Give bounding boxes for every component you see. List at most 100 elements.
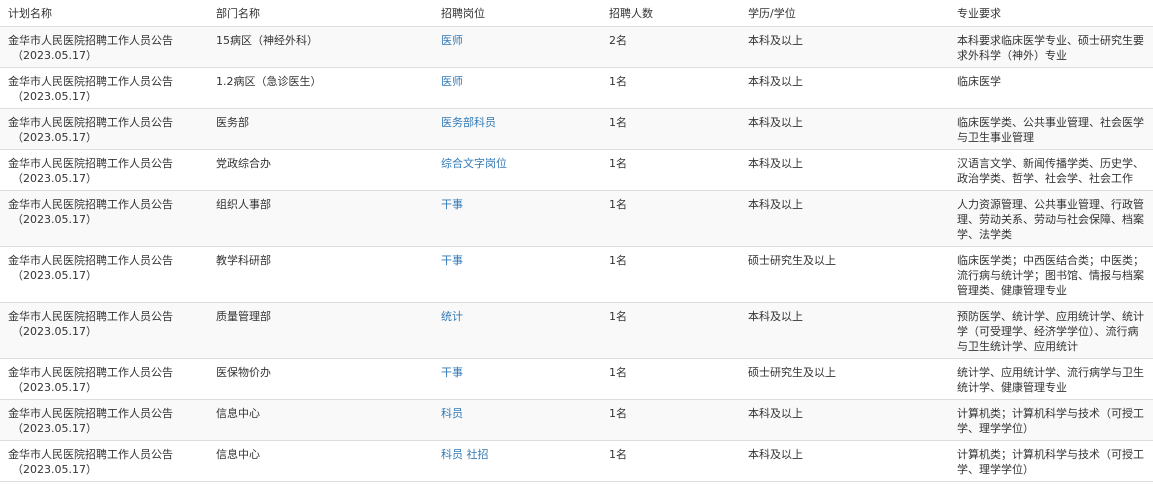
requirements-text: 人力资源管理、公共事业管理、行政管理、劳动关系、劳动与社会保障、档案学、法学类 xyxy=(957,198,1144,241)
table-row: 金华市人民医院招聘工作人员公告 （2023.05.17） 党政综合办 综合文字岗位… xyxy=(0,149,1153,191)
cell-department: 党政综合办 xyxy=(208,149,433,191)
cell-department: 质量管理部 xyxy=(208,302,433,359)
header-count: 招聘人数 xyxy=(601,0,740,27)
cell-plan: 金华市人民医院招聘工作人员公告 （2023.05.17） xyxy=(0,26,208,68)
plan-name: 金华市人民医院招聘工作人员公告 xyxy=(8,34,173,47)
cell-department: 组织人事部 xyxy=(208,190,433,247)
plan-date: （2023.05.17） xyxy=(12,131,97,144)
plan-name: 金华市人民医院招聘工作人员公告 xyxy=(8,310,173,323)
requirements-text: 计算机类；计算机科学与技术（可授工学、理学学位） xyxy=(957,448,1144,476)
header-plan-name: 计划名称 xyxy=(0,0,208,27)
cell-plan: 金华市人民医院招聘工作人员公告 （2023.05.17） xyxy=(0,67,208,109)
plan-name: 金华市人民医院招聘工作人员公告 xyxy=(8,366,173,379)
cell-requirements: 计算机类；计算机科学与技术（可授工学、理学学位） xyxy=(949,440,1153,482)
cell-requirements: 临床医学 xyxy=(949,67,1153,109)
cell-count: 1名 xyxy=(601,399,740,441)
cell-requirements: 人力资源管理、公共事业管理、行政管理、劳动关系、劳动与社会保障、档案学、法学类 xyxy=(949,190,1153,247)
requirements-text: 汉语言文学、新闻传播学类、历史学、政治学类、哲学、社会学、社会工作 xyxy=(957,157,1144,185)
plan-date: （2023.05.17） xyxy=(12,422,97,435)
post-link[interactable]: 统计 xyxy=(441,310,463,323)
requirements-text: 临床医学类；中西医结合类；中医类；流行病与统计学；图书馆、情报与档案管理类、健康… xyxy=(957,254,1144,297)
cell-count: 2名 xyxy=(601,26,740,68)
post-link[interactable]: 医师 xyxy=(441,75,463,88)
plan-name: 金华市人民医院招聘工作人员公告 xyxy=(8,448,173,461)
post-link[interactable]: 医务部科员 xyxy=(441,116,496,129)
recruitment-table: 计划名称 部门名称 招聘岗位 招聘人数 学历/学位 专业要求 金华市人民医院招聘… xyxy=(0,0,1153,482)
table-row: 金华市人民医院招聘工作人员公告 （2023.05.17） 医保物价办 干事 1名 … xyxy=(0,358,1153,400)
post-link[interactable]: 干事 xyxy=(441,254,463,267)
cell-education: 本科及以上 xyxy=(740,440,949,482)
cell-post: 科员 xyxy=(433,399,601,441)
plan-name: 金华市人民医院招聘工作人员公告 xyxy=(8,407,173,420)
cell-count: 1名 xyxy=(601,358,740,400)
cell-plan: 金华市人民医院招聘工作人员公告 （2023.05.17） xyxy=(0,190,208,247)
cell-requirements: 预防医学、统计学、应用统计学、统计学（可受理学、经济学学位）、流行病与卫生统计学… xyxy=(949,302,1153,359)
table-row: 金华市人民医院招聘工作人员公告 （2023.05.17） 15病区（神经外科） 医… xyxy=(0,26,1153,68)
cell-plan: 金华市人民医院招聘工作人员公告 （2023.05.17） xyxy=(0,149,208,191)
cell-requirements: 汉语言文学、新闻传播学类、历史学、政治学类、哲学、社会学、社会工作 xyxy=(949,149,1153,191)
cell-post: 医师 xyxy=(433,26,601,68)
cell-post: 干事 xyxy=(433,190,601,247)
plan-date: （2023.05.17） xyxy=(12,172,97,185)
plan-name: 金华市人民医院招聘工作人员公告 xyxy=(8,116,173,129)
cell-count: 1名 xyxy=(601,108,740,150)
cell-count: 1名 xyxy=(601,149,740,191)
cell-count: 1名 xyxy=(601,67,740,109)
cell-department: 医保物价办 xyxy=(208,358,433,400)
plan-date: （2023.05.17） xyxy=(12,49,97,62)
cell-count: 1名 xyxy=(601,190,740,247)
post-link[interactable]: 综合文字岗位 xyxy=(441,157,507,170)
table-row: 金华市人民医院招聘工作人员公告 （2023.05.17） 教学科研部 干事 1名 … xyxy=(0,246,1153,303)
cell-count: 1名 xyxy=(601,302,740,359)
post-link[interactable]: 干事 xyxy=(441,366,463,379)
cell-department: 1.2病区（急诊医生） xyxy=(208,67,433,109)
cell-education: 本科及以上 xyxy=(740,302,949,359)
cell-post: 医务部科员 xyxy=(433,108,601,150)
plan-name: 金华市人民医院招聘工作人员公告 xyxy=(8,254,173,267)
post-link[interactable]: 干事 xyxy=(441,198,463,211)
requirements-text: 统计学、应用统计学、流行病学与卫生统计学、健康管理专业 xyxy=(957,366,1144,394)
plan-date: （2023.05.17） xyxy=(12,269,97,282)
plan-date: （2023.05.17） xyxy=(12,381,97,394)
cell-post: 干事 xyxy=(433,246,601,303)
header-education: 学历/学位 xyxy=(740,0,949,27)
requirements-text: 本科要求临床医学专业、硕士研究生要求外科学（神外）专业 xyxy=(957,34,1144,62)
cell-requirements: 临床医学类；中西医结合类；中医类；流行病与统计学；图书馆、情报与档案管理类、健康… xyxy=(949,246,1153,303)
cell-plan: 金华市人民医院招聘工作人员公告 （2023.05.17） xyxy=(0,440,208,482)
plan-date: （2023.05.17） xyxy=(12,463,97,476)
requirements-text: 临床医学类、公共事业管理、社会医学与卫生事业管理 xyxy=(957,116,1144,144)
cell-education: 本科及以上 xyxy=(740,67,949,109)
cell-plan: 金华市人民医院招聘工作人员公告 （2023.05.17） xyxy=(0,302,208,359)
cell-post: 统计 xyxy=(433,302,601,359)
table-header: 计划名称 部门名称 招聘岗位 招聘人数 学历/学位 专业要求 xyxy=(0,0,1153,27)
post-link[interactable]: 医师 xyxy=(441,34,463,47)
cell-count: 1名 xyxy=(601,440,740,482)
cell-education: 硕士研究生及以上 xyxy=(740,358,949,400)
cell-education: 本科及以上 xyxy=(740,26,949,68)
plan-name: 金华市人民医院招聘工作人员公告 xyxy=(8,75,173,88)
table-row: 金华市人民医院招聘工作人员公告 （2023.05.17） 1.2病区（急诊医生） … xyxy=(0,67,1153,109)
post-link[interactable]: 科员 社招 xyxy=(441,448,489,461)
cell-department: 医务部 xyxy=(208,108,433,150)
cell-education: 本科及以上 xyxy=(740,190,949,247)
requirements-text: 预防医学、统计学、应用统计学、统计学（可受理学、经济学学位）、流行病与卫生统计学… xyxy=(957,310,1144,353)
header-department: 部门名称 xyxy=(208,0,433,27)
cell-post: 科员 社招 xyxy=(433,440,601,482)
plan-name: 金华市人民医院招聘工作人员公告 xyxy=(8,157,173,170)
cell-count: 1名 xyxy=(601,246,740,303)
plan-name: 金华市人民医院招聘工作人员公告 xyxy=(8,198,173,211)
post-link[interactable]: 科员 xyxy=(441,407,463,420)
cell-plan: 金华市人民医院招聘工作人员公告 （2023.05.17） xyxy=(0,399,208,441)
table-row: 金华市人民医院招聘工作人员公告 （2023.05.17） 医务部 医务部科员 1名… xyxy=(0,108,1153,150)
cell-department: 信息中心 xyxy=(208,440,433,482)
cell-department: 15病区（神经外科） xyxy=(208,26,433,68)
requirements-text: 临床医学 xyxy=(957,75,1001,88)
cell-education: 硕士研究生及以上 xyxy=(740,246,949,303)
table-row: 金华市人民医院招聘工作人员公告 （2023.05.17） 信息中心 科员 社招 1… xyxy=(0,440,1153,482)
table-row: 金华市人民医院招聘工作人员公告 （2023.05.17） 质量管理部 统计 1名 … xyxy=(0,302,1153,359)
header-post: 招聘岗位 xyxy=(433,0,601,27)
header-row: 计划名称 部门名称 招聘岗位 招聘人数 学历/学位 专业要求 xyxy=(0,0,1153,27)
table-row: 金华市人民医院招聘工作人员公告 （2023.05.17） 组织人事部 干事 1名 … xyxy=(0,190,1153,247)
cell-post: 综合文字岗位 xyxy=(433,149,601,191)
cell-department: 信息中心 xyxy=(208,399,433,441)
